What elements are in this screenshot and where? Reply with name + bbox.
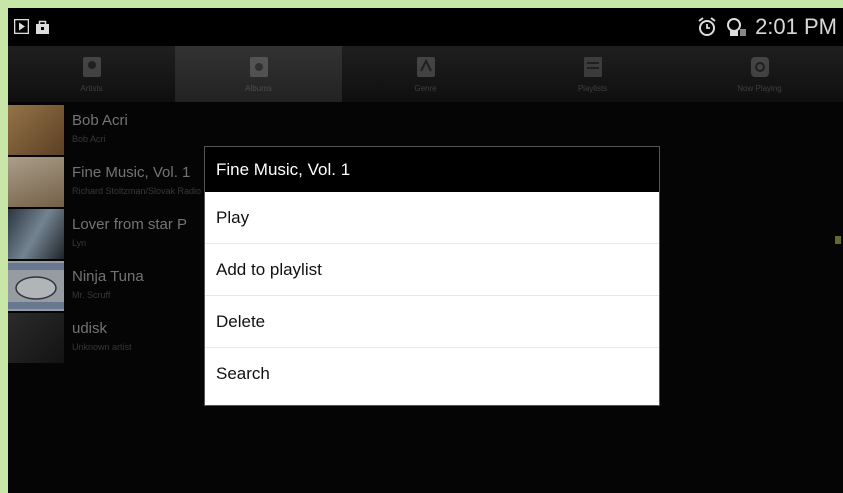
- status-bar: 2:01 PM: [8, 8, 843, 46]
- context-menu-dialog: Fine Music, Vol. 1 Play Add to playlist …: [205, 147, 659, 405]
- usb-debug-icon: [727, 18, 747, 36]
- search-option[interactable]: Search: [205, 348, 659, 400]
- dialog-options: Play Add to playlist Delete Search: [205, 192, 659, 405]
- dialog-title: Fine Music, Vol. 1: [205, 147, 659, 192]
- alarm-icon: [698, 17, 716, 36]
- status-clock: 2:01 PM: [755, 14, 837, 39]
- delete-option[interactable]: Delete: [205, 296, 659, 348]
- status-right: 2:01 PM: [697, 14, 837, 40]
- bag-icon: [36, 20, 49, 34]
- add-to-playlist-option[interactable]: Add to playlist: [205, 244, 659, 296]
- play-option[interactable]: Play: [205, 192, 659, 244]
- screen: 2:01 PM Artists Albums Genre Playlists N…: [8, 8, 843, 493]
- status-left-icons: [14, 19, 50, 34]
- play-icon: [14, 19, 29, 34]
